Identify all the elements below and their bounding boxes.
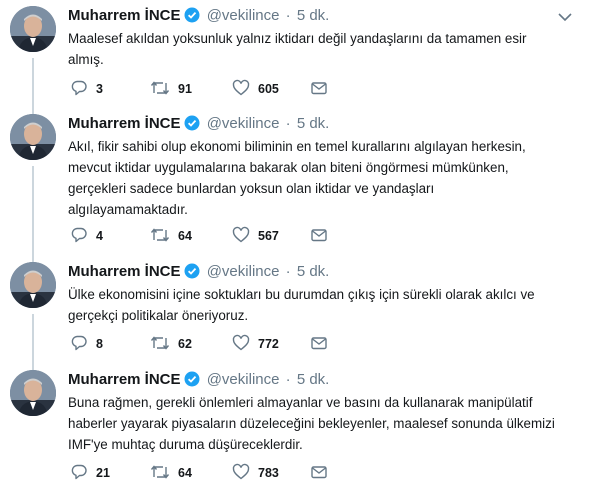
retweet-button[interactable]: 64 <box>150 463 192 483</box>
tweet-header: Muharrem İNCE @vekilince · 5 dk. <box>68 370 329 390</box>
retweet-count: 64 <box>178 466 192 480</box>
verified-badge-icon <box>184 115 200 137</box>
direct-message-button[interactable] <box>310 334 328 354</box>
tweet-text: Buna rağmen, gerekli önlemleri almayanla… <box>68 395 555 452</box>
envelope-icon <box>311 82 327 95</box>
tweet[interactable]: Muharrem İNCE @vekilince · 5 dk. Ülke ek… <box>0 262 596 374</box>
tweet[interactable]: Muharrem İNCE @vekilince · 5 dk. Buna ra… <box>0 370 596 494</box>
author-handle[interactable]: @vekilince <box>207 7 280 24</box>
retweet-count: 64 <box>178 229 192 243</box>
tweet[interactable]: Muharrem İNCE @vekilince · 5 dk. Akıl, f… <box>0 114 596 266</box>
tweet-thread: Muharrem İNCE @vekilince · 5 dk. Maalese… <box>0 0 596 494</box>
retweet-count: 91 <box>178 82 192 96</box>
timestamp[interactable]: 5 dk. <box>297 263 330 280</box>
like-count: 605 <box>258 82 279 96</box>
retweet-button[interactable]: 91 <box>150 79 192 99</box>
heart-icon <box>232 463 250 480</box>
separator-dot: · <box>285 263 291 280</box>
thread-connector-line <box>32 58 34 120</box>
tweet-header: Muharrem İNCE @vekilince · 5 dk. <box>68 262 329 282</box>
like-button[interactable]: 772 <box>232 334 279 354</box>
like-count: 772 <box>258 337 279 351</box>
avatar[interactable] <box>10 370 56 416</box>
verified-badge-icon <box>184 371 200 393</box>
reply-count: 21 <box>96 466 110 480</box>
like-button[interactable]: 567 <box>232 226 279 246</box>
thread-connector-line <box>32 166 34 266</box>
heart-icon <box>232 226 250 243</box>
timestamp[interactable]: 5 dk. <box>297 7 330 24</box>
retweet-count: 62 <box>178 337 192 351</box>
reply-button[interactable]: 3 <box>70 79 103 99</box>
like-count: 783 <box>258 466 279 480</box>
separator-dot: · <box>285 371 291 388</box>
avatar[interactable] <box>10 6 56 52</box>
avatar[interactable] <box>10 262 56 308</box>
reply-count: 3 <box>96 82 103 96</box>
separator-dot: · <box>285 7 291 24</box>
reply-count: 8 <box>96 337 103 351</box>
tweet-header: Muharrem İNCE @vekilince · 5 dk. <box>68 114 329 134</box>
reply-icon <box>71 227 87 243</box>
envelope-icon <box>311 466 327 479</box>
retweet-icon <box>150 336 170 350</box>
author-name[interactable]: Muharrem İNCE <box>68 7 181 24</box>
like-button[interactable]: 605 <box>232 79 279 99</box>
tweet-header: Muharrem İNCE @vekilince · 5 dk. <box>68 6 329 26</box>
envelope-icon <box>311 337 327 350</box>
author-handle[interactable]: @vekilince <box>207 263 280 280</box>
separator-dot: · <box>285 115 291 132</box>
retweet-icon <box>150 81 170 95</box>
reply-button[interactable]: 8 <box>70 334 103 354</box>
retweet-button[interactable]: 64 <box>150 226 192 246</box>
avatar[interactable] <box>10 114 56 160</box>
reply-count: 4 <box>96 229 103 243</box>
envelope-icon <box>311 229 327 242</box>
tweet-text: Ülke ekonomisini içine soktukları bu dur… <box>68 287 535 323</box>
heart-icon <box>232 79 250 96</box>
reply-button[interactable]: 4 <box>70 226 103 246</box>
heart-icon <box>232 334 250 351</box>
tweet-text: Maalesef akıldan yoksunluk yalnız iktida… <box>68 31 527 67</box>
reply-icon <box>71 335 87 351</box>
like-button[interactable]: 783 <box>232 463 279 483</box>
reply-button[interactable]: 21 <box>70 463 110 483</box>
retweet-icon <box>150 228 170 242</box>
chevron-down-icon[interactable] <box>558 12 572 22</box>
retweet-icon <box>150 465 170 479</box>
author-name[interactable]: Muharrem İNCE <box>68 115 181 132</box>
tweet-text: Akıl, fikir sahibi olup ekonomi bilimini… <box>68 139 526 217</box>
direct-message-button[interactable] <box>310 79 328 99</box>
retweet-button[interactable]: 62 <box>150 334 192 354</box>
verified-badge-icon <box>184 7 200 29</box>
thread-connector-line <box>32 314 34 374</box>
author-name[interactable]: Muharrem İNCE <box>68 263 181 280</box>
timestamp[interactable]: 5 dk. <box>297 371 330 388</box>
reply-icon <box>71 464 87 480</box>
like-count: 567 <box>258 229 279 243</box>
direct-message-button[interactable] <box>310 226 328 246</box>
verified-badge-icon <box>184 263 200 285</box>
reply-icon <box>71 80 87 96</box>
author-handle[interactable]: @vekilince <box>207 371 280 388</box>
author-name[interactable]: Muharrem İNCE <box>68 371 181 388</box>
author-handle[interactable]: @vekilince <box>207 115 280 132</box>
timestamp[interactable]: 5 dk. <box>297 115 330 132</box>
tweet[interactable]: Muharrem İNCE @vekilince · 5 dk. Maalese… <box>0 6 596 120</box>
direct-message-button[interactable] <box>310 463 328 483</box>
